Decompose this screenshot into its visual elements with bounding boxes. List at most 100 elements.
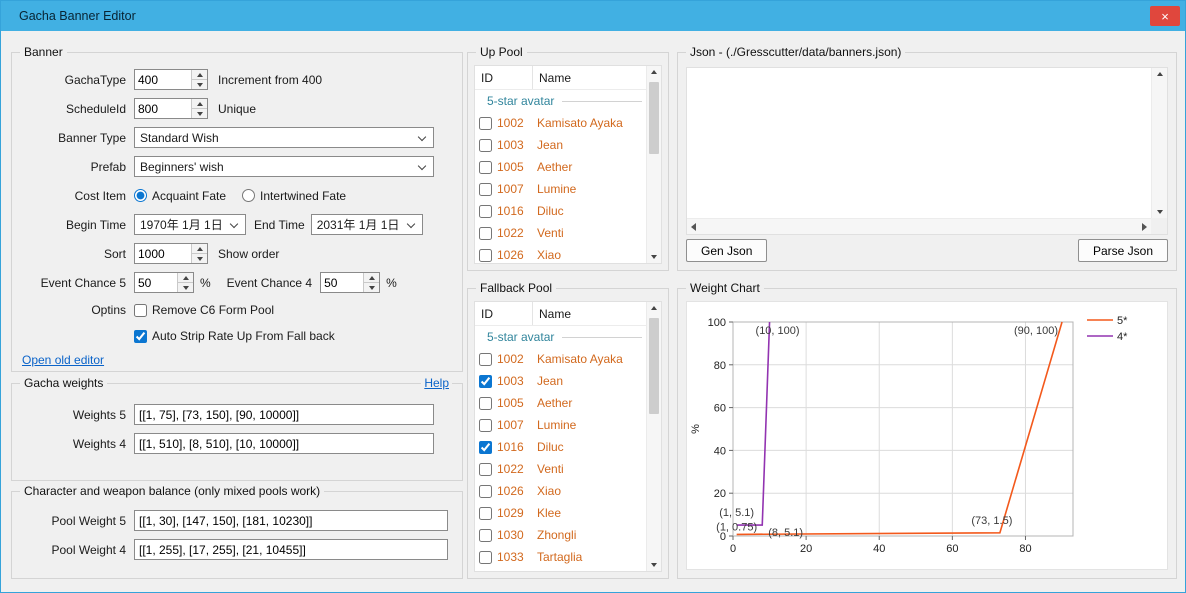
pool-row-id: 1016 [497, 440, 537, 454]
spin-up-icon[interactable] [364, 273, 379, 282]
auto-strip-checkbox[interactable] [134, 330, 147, 343]
pool-row-checkbox[interactable] [479, 419, 492, 432]
scroll-up-icon[interactable] [651, 70, 657, 74]
scroll-up-icon[interactable] [651, 306, 657, 310]
event-chance-4-spinner[interactable] [320, 272, 380, 293]
end-time-label: End Time [254, 218, 305, 232]
cost-item-option-acquaint[interactable]: Acquaint Fate [134, 189, 226, 203]
spin-down-icon[interactable] [192, 108, 207, 118]
pool-row[interactable]: 1002Kamisato Ayaka [475, 348, 646, 370]
pool-row-checkbox[interactable] [479, 227, 492, 240]
scroll-down-icon[interactable] [651, 255, 657, 259]
pool-row[interactable]: 1022Venti [475, 222, 646, 244]
svg-text:0: 0 [730, 543, 736, 555]
schedule-id-spinner[interactable] [134, 98, 208, 119]
json-content[interactable] [687, 68, 1151, 218]
begin-time-picker[interactable]: 1970年 1月 1日 [134, 214, 246, 235]
pool-row-checkbox[interactable] [479, 161, 492, 174]
remove-c6-checkbox[interactable] [134, 304, 147, 317]
pool-row[interactable]: 1033Tartaglia [475, 546, 646, 568]
pool-row-checkbox[interactable] [479, 139, 492, 152]
scrollbar-corner [1151, 218, 1167, 234]
fallback-pool-scrollbar[interactable] [646, 302, 661, 571]
pool-row[interactable]: 1003Jean [475, 134, 646, 156]
pool-weight-5-label: Pool Weight 5 [20, 514, 126, 528]
sort-spinner[interactable] [134, 243, 208, 264]
pool-row-checkbox[interactable] [479, 205, 492, 218]
prefab-select[interactable]: Beginners' wish [134, 156, 434, 177]
close-button[interactable]: × [1150, 6, 1180, 26]
svg-text:20: 20 [800, 543, 812, 555]
pool-row-checkbox[interactable] [479, 183, 492, 196]
pool-row[interactable]: 1035Qiqi [475, 568, 646, 572]
scroll-down-icon[interactable] [1157, 210, 1163, 214]
spin-up-icon[interactable] [192, 99, 207, 108]
pool-row-checkbox[interactable] [479, 441, 492, 454]
pool-row-name: Kamisato Ayaka [537, 116, 623, 130]
event-chance-5-unit: % [200, 276, 211, 290]
cost-item-option-intertwined[interactable]: Intertwined Fate [242, 189, 346, 203]
pool-row-checkbox[interactable] [479, 485, 492, 498]
scroll-right-icon[interactable] [1142, 223, 1147, 231]
json-vertical-scrollbar[interactable] [1151, 68, 1167, 218]
pool-row[interactable]: 1029Klee [475, 502, 646, 524]
pool-row-checkbox[interactable] [479, 375, 492, 388]
gacha-type-spinner[interactable] [134, 69, 208, 90]
pool-row-checkbox[interactable] [479, 507, 492, 520]
pool-row-checkbox[interactable] [479, 463, 492, 476]
pool-weight-4-input[interactable] [134, 539, 448, 560]
spin-down-icon[interactable] [178, 282, 193, 292]
up-pool-scrollbar[interactable] [646, 66, 661, 263]
spin-up-icon[interactable] [178, 273, 193, 282]
pool-weight-5-input[interactable] [134, 510, 448, 531]
pool-row-checkbox[interactable] [479, 397, 492, 410]
pool-row[interactable]: 1005Aether [475, 156, 646, 178]
pool-row[interactable]: 1016Diluc [475, 436, 646, 458]
scroll-left-icon[interactable] [691, 223, 696, 231]
scroll-down-icon[interactable] [651, 563, 657, 567]
gen-json-button[interactable]: Gen Json [686, 239, 767, 262]
intertwined-fate-radio[interactable] [242, 189, 255, 202]
spin-down-icon[interactable] [192, 79, 207, 89]
scrollbar-thumb[interactable] [649, 82, 659, 154]
event-chance-5-input[interactable] [135, 273, 177, 292]
spin-up-icon[interactable] [192, 244, 207, 253]
help-link[interactable]: Help [421, 376, 452, 390]
weights-4-input[interactable] [134, 433, 434, 454]
pool-row[interactable]: 1003Jean [475, 370, 646, 392]
open-old-editor-link[interactable]: Open old editor [22, 353, 104, 367]
schedule-id-input[interactable] [135, 99, 191, 118]
gacha-type-input[interactable] [135, 70, 191, 89]
pool-row[interactable]: 1030Zhongli [475, 524, 646, 546]
event-chance-5-spinner[interactable] [134, 272, 194, 293]
banner-type-select[interactable]: Standard Wish [134, 127, 434, 148]
pool-row[interactable]: 1005Aether [475, 392, 646, 414]
pool-row[interactable]: 1026Xiao [475, 244, 646, 264]
scroll-up-icon[interactable] [1157, 72, 1163, 76]
pool-row-checkbox[interactable] [479, 529, 492, 542]
pool-row-checkbox[interactable] [479, 249, 492, 262]
pool-row-checkbox[interactable] [479, 117, 492, 130]
spin-up-icon[interactable] [192, 70, 207, 79]
pool-row[interactable]: 1007Lumine [475, 178, 646, 200]
time-row: Begin Time 1970年 1月 1日 End Time 2031年 1月… [20, 210, 454, 239]
json-horizontal-scrollbar[interactable] [687, 218, 1151, 234]
event-chance-4-input[interactable] [321, 273, 363, 292]
pool-row-id: 1026 [497, 484, 537, 498]
pool-row[interactable]: 1026Xiao [475, 480, 646, 502]
spin-down-icon[interactable] [192, 253, 207, 263]
pool-row[interactable]: 1022Venti [475, 458, 646, 480]
end-time-picker[interactable]: 2031年 1月 1日 [311, 214, 423, 235]
json-editor[interactable] [686, 67, 1168, 235]
pool-row-checkbox[interactable] [479, 353, 492, 366]
parse-json-button[interactable]: Parse Json [1078, 239, 1168, 262]
acquaint-fate-radio[interactable] [134, 189, 147, 202]
pool-row-checkbox[interactable] [479, 551, 492, 564]
spin-down-icon[interactable] [364, 282, 379, 292]
sort-input[interactable] [135, 244, 191, 263]
pool-row[interactable]: 1007Lumine [475, 414, 646, 436]
weights-5-input[interactable] [134, 404, 434, 425]
pool-row[interactable]: 1002Kamisato Ayaka [475, 112, 646, 134]
pool-row[interactable]: 1016Diluc [475, 200, 646, 222]
scrollbar-thumb[interactable] [649, 318, 659, 414]
